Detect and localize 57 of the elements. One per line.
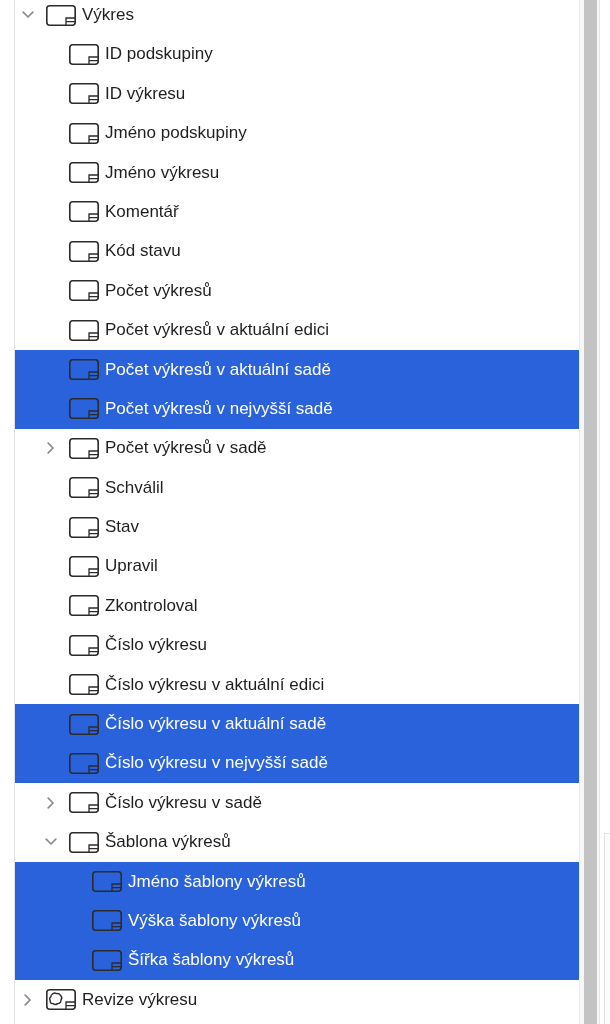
tree-item[interactable]: Jméno podskupiny bbox=[15, 113, 579, 153]
tree-item[interactable]: Šířka šablony výkresů bbox=[15, 940, 579, 981]
tree-item[interactable]: Komentář bbox=[15, 192, 579, 232]
sheet-icon bbox=[69, 713, 99, 735]
tree-item[interactable]: Počet výkresů v sadě bbox=[15, 428, 579, 468]
tree-item[interactable]: Jméno šablony výkresů bbox=[15, 861, 579, 902]
tree-item[interactable]: Číslo výkresu v aktuální edici bbox=[15, 664, 579, 705]
sheet-icon bbox=[69, 752, 99, 774]
sheet-icon bbox=[69, 122, 99, 144]
chevron-right-icon[interactable] bbox=[47, 442, 55, 455]
sheet-icon bbox=[69, 359, 99, 380]
sheet-icon bbox=[69, 83, 99, 105]
sheet-icon bbox=[69, 240, 99, 262]
sheet-icon bbox=[69, 792, 99, 814]
sheet-icon bbox=[69, 595, 99, 617]
sheet-icon bbox=[69, 674, 99, 696]
tree-item[interactable]: Počet výkresů bbox=[15, 271, 579, 311]
tree-item[interactable]: ID podskupiny bbox=[15, 34, 579, 75]
sheet-icon bbox=[69, 43, 99, 65]
chevron-right-icon[interactable] bbox=[24, 993, 32, 1006]
tree-item[interactable]: Počet výkresů v aktuální edici bbox=[15, 310, 579, 350]
tree-item[interactable]: Revize výkresu bbox=[15, 980, 579, 1020]
tree-item[interactable]: Výška šablony výkresů bbox=[15, 901, 579, 941]
tree-item[interactable]: Číslo výkresu bbox=[15, 625, 579, 665]
sheet-icon bbox=[69, 831, 99, 853]
tree-item[interactable]: Kód stavu bbox=[15, 231, 579, 272]
sheet-icon bbox=[69, 555, 99, 577]
tree-item[interactable]: Šablona výkresů bbox=[15, 822, 579, 862]
sheet-icon bbox=[69, 162, 99, 184]
sheet-icon bbox=[69, 398, 99, 420]
sheet-icon bbox=[69, 319, 99, 341]
chevron-down-icon[interactable] bbox=[45, 838, 57, 847]
tree-item[interactable]: Jméno výkresu bbox=[15, 152, 579, 193]
tree-item[interactable]: Zkontroloval bbox=[15, 586, 579, 626]
tree-item[interactable]: Počet výkresů v nejvyšší sadě bbox=[15, 389, 579, 429]
sheet-icon bbox=[46, 4, 76, 26]
tree-item[interactable]: Číslo výkresu v aktuální sadě bbox=[15, 704, 579, 744]
tree-item[interactable]: Číslo výkresu v nejvyšší sadě bbox=[15, 743, 579, 784]
chevron-right-icon[interactable] bbox=[47, 796, 55, 809]
sheet-icon bbox=[92, 871, 122, 893]
sheet-icon bbox=[69, 280, 99, 302]
sheet-cloud-icon bbox=[46, 989, 76, 1011]
tree-item[interactable]: Číslo výkresu v sadě bbox=[15, 783, 579, 823]
tree-item[interactable]: Upravil bbox=[15, 546, 579, 587]
chevron-down-icon[interactable] bbox=[22, 11, 34, 19]
sheet-icon bbox=[92, 949, 122, 971]
tree-item[interactable]: Schválil bbox=[15, 468, 579, 508]
tree-item[interactable]: Počet výkresů v aktuální sadě bbox=[15, 349, 579, 390]
sheet-icon bbox=[69, 516, 99, 538]
tree-item[interactable]: Stav bbox=[15, 507, 579, 547]
sheet-icon bbox=[69, 634, 99, 656]
tree-item[interactable]: ID výkresu bbox=[15, 74, 579, 114]
sheet-icon bbox=[92, 910, 122, 932]
sheet-icon bbox=[69, 477, 99, 499]
tree-item[interactable]: Výkres bbox=[15, 0, 579, 35]
sheet-icon bbox=[69, 437, 99, 459]
sheet-icon bbox=[69, 201, 99, 223]
